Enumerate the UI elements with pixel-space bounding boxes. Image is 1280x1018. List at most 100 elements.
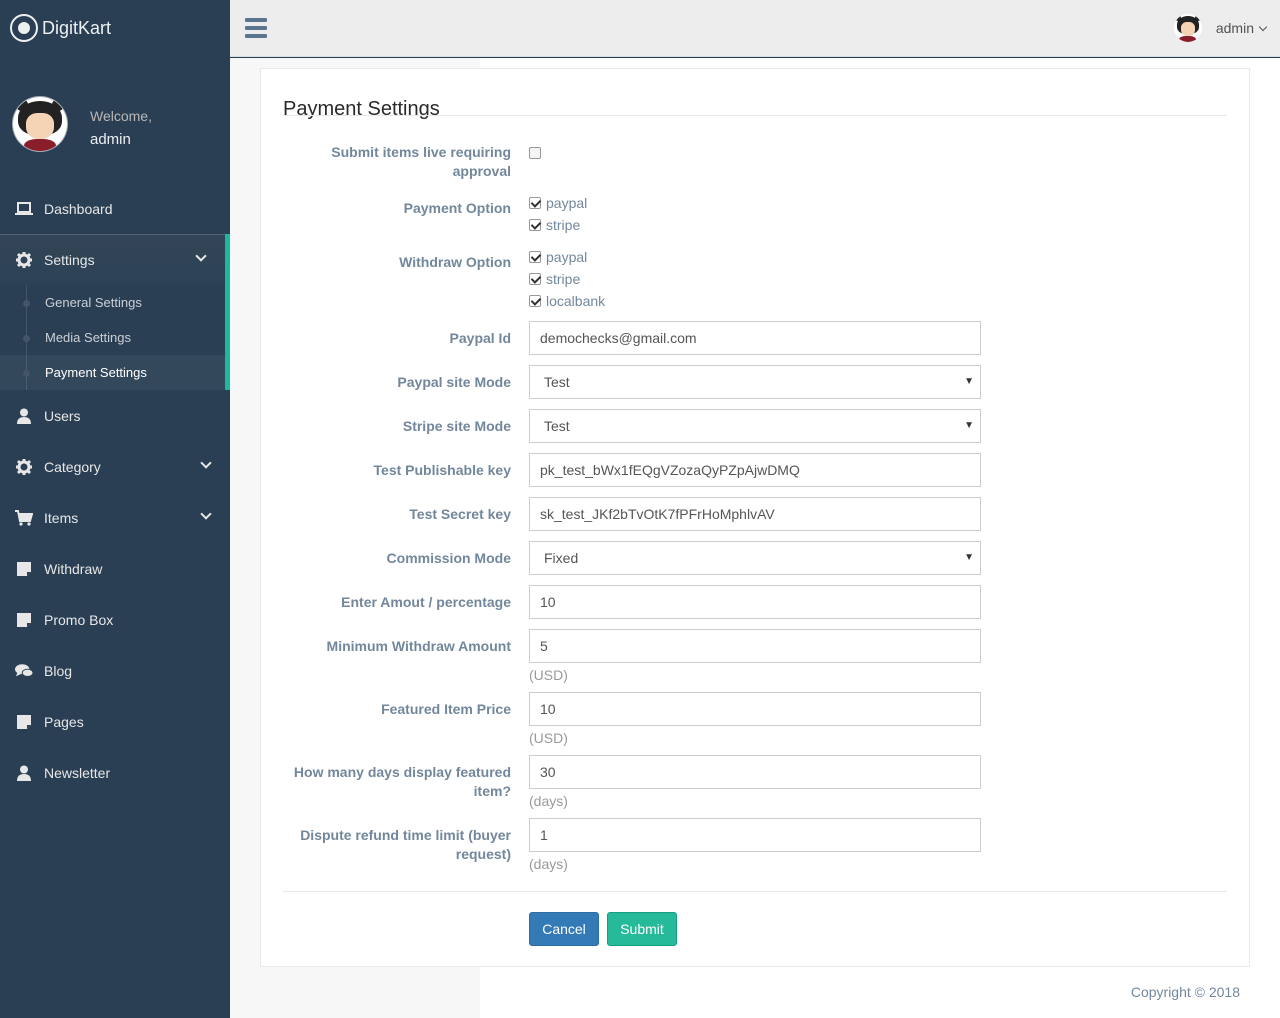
amount-label: Enter Amout / percentage [341,594,511,610]
checkbox[interactable] [529,197,541,209]
note-icon [15,714,33,730]
payment-option-label: Payment Option [403,200,511,216]
avatar [1173,14,1202,42]
profile: Welcome, admin [12,96,152,152]
sidebar-item-label: Promo Box [44,611,114,628]
main-content: Payment Settings Submit items live requi… [230,58,1280,1018]
sidebar-item-pages[interactable]: Pages [0,696,230,747]
user-menu[interactable]: admin [1173,14,1268,42]
sidebar-item-settings[interactable]: Settings [0,234,230,285]
welcome-text: Welcome, [90,108,152,124]
sidebar-item-label: Dashboard [44,200,113,217]
sidebar-item-newsletter[interactable]: Newsletter [0,747,230,798]
secret-key-label: Test Secret key [409,506,511,522]
checkbox[interactable] [529,219,541,231]
sidebar-item-label: Category [44,458,101,475]
globe-icon [10,14,38,42]
stripe-mode-label: Stripe site Mode [402,418,511,434]
sidebar-item-withdraw[interactable]: Withdraw [0,543,230,594]
publishable-key-input[interactable]: pk_test_bWx1fEQgVZozaQyPZpAjwDMQ [529,453,981,487]
secret-key-input[interactable]: sk_test_JKf2bTvOtK7fPFrHoMphlvAV [529,497,981,531]
sidebar-item-label: Withdraw [44,560,103,577]
footer-copyright: Copyright © 2018 [1130,984,1240,1000]
avatar [12,96,68,152]
submit-button[interactable]: Submit [607,912,677,946]
user-icon [15,765,33,781]
profile-name: admin [90,131,131,148]
chevron-down-icon [195,250,207,262]
amount-input[interactable]: 10 [529,585,981,619]
sidebar-item-label: Newsletter [44,764,111,781]
checkbox[interactable] [529,295,541,307]
min-withdraw-label: Minimum Withdraw Amount [326,638,511,654]
sidebar-item-items[interactable]: Items [0,492,230,543]
payment-option-stripe[interactable]: stripe [529,214,587,236]
commission-mode-label: Commission Mode [386,550,511,566]
menu-toggle-icon[interactable] [245,18,267,38]
divider [283,115,1227,116]
paypal-id-label: Paypal Id [449,330,511,346]
option-label: stripe [546,271,581,287]
withdraw-option-stripe[interactable]: stripe [529,268,605,290]
sidebar-nav: Dashboard Settings General Settings Medi… [0,183,230,798]
paypal-mode-label: Paypal site Mode [397,374,511,390]
featured-price-input[interactable]: 10 [529,692,981,726]
withdraw-option-localbank[interactable]: localbank [529,290,605,312]
checkbox[interactable] [529,251,541,263]
sidebar-item-category[interactable]: Category [0,441,230,492]
select-value: Fixed [544,550,579,566]
sidebar-item-blog[interactable]: Blog [0,645,230,696]
commission-mode-select[interactable]: Fixed ▼ [529,541,981,575]
sidebar-item-label: Settings [44,251,95,268]
page-title: Payment Settings [283,98,440,120]
sidebar-item-general-settings[interactable]: General Settings [0,285,225,320]
chevron-down-icon [1258,22,1268,31]
option-label: paypal [546,195,588,211]
gear-icon [15,458,33,475]
sidebar-item-payment-settings[interactable]: Payment Settings [0,355,225,390]
help-text: (USD) [529,730,568,746]
dispute-limit-label: Dispute refund time limit (buyer request… [300,827,511,862]
dropdown-arrow-icon: ▼ [964,552,974,563]
help-text: (days) [529,793,568,809]
divider [283,891,1227,892]
chevron-down-icon [200,457,212,469]
payment-option-paypal[interactable]: paypal [529,192,587,214]
paypal-mode-select[interactable]: Test ▼ [529,365,981,399]
dispute-limit-input[interactable]: 1 [529,818,981,852]
sidebar-item-label: Pages [44,713,84,730]
withdraw-option-paypal[interactable]: paypal [529,246,605,268]
sidebar-item-users[interactable]: Users [0,390,230,441]
sidebar-item-promo-box[interactable]: Promo Box [0,594,230,645]
note-icon [15,612,33,628]
gear-icon [15,251,33,268]
user-name: admin [1215,20,1254,36]
cart-icon [15,509,33,526]
sidebar-item-media-settings[interactable]: Media Settings [0,320,225,355]
featured-days-label: How many days display featured item? [293,764,511,799]
cancel-button[interactable]: Cancel [529,912,599,946]
sidebar-item-label: Items [44,509,79,526]
brand[interactable]: DigitKart [10,14,111,42]
sidebar-item-label: Users [44,407,81,424]
approval-checkbox[interactable] [529,147,541,159]
checkbox[interactable] [529,273,541,285]
option-label: stripe [546,217,581,233]
featured-days-input[interactable]: 30 [529,755,981,789]
sidebar-item-label: Blog [44,662,73,679]
option-label: paypal [546,249,588,265]
laptop-icon [15,201,33,217]
paypal-id-input[interactable]: demochecks@gmail.com [529,321,981,355]
help-text: (days) [529,856,568,872]
min-withdraw-input[interactable]: 5 [529,629,981,663]
stripe-mode-select[interactable]: Test ▼ [529,409,981,443]
publishable-key-label: Test Publishable key [373,462,511,478]
withdraw-option-label: Withdraw Option [399,254,511,270]
user-icon [15,408,33,424]
note-icon [15,561,33,577]
payment-settings-panel: Payment Settings Submit items live requi… [260,68,1250,967]
select-value: Test [544,418,570,434]
sidebar-item-dashboard[interactable]: Dashboard [0,183,230,234]
select-value: Test [544,374,570,390]
dropdown-arrow-icon: ▼ [964,420,974,431]
